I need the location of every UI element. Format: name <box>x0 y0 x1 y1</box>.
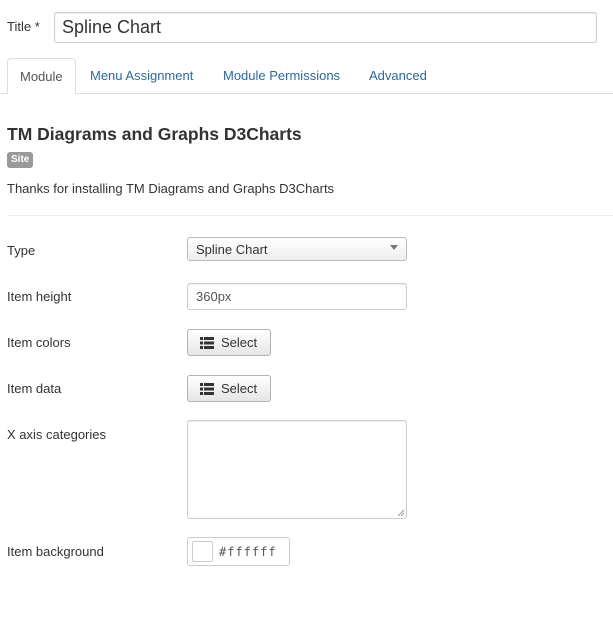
item-data-select-button[interactable]: Select <box>187 375 271 402</box>
type-select-value: Spline Chart <box>196 242 268 257</box>
item-colors-select-button[interactable]: Select <box>187 329 271 356</box>
tab-module-permissions[interactable]: Module Permissions <box>211 58 352 94</box>
item-data-button-label: Select <box>221 381 258 396</box>
title-input[interactable]: Spline Chart <box>54 12 597 43</box>
tab-advanced[interactable]: Advanced <box>357 58 439 94</box>
title-label: Title * <box>7 19 40 34</box>
tab-module[interactable]: Module <box>7 58 76 94</box>
x-axis-categories-label: X axis categories <box>7 427 106 442</box>
tab-menu-assignment[interactable]: Menu Assignment <box>78 58 205 94</box>
module-heading: TM Diagrams and Graphs D3Charts <box>7 124 302 144</box>
item-height-label: Item height <box>7 289 72 304</box>
item-colors-button-label: Select <box>221 335 258 350</box>
list-icon <box>200 336 214 349</box>
x-axis-categories-textarea[interactable] <box>187 420 407 519</box>
item-background-value: #ffffff <box>219 544 277 559</box>
resize-grip-icon[interactable] <box>396 508 405 517</box>
type-select[interactable]: Spline Chart <box>187 237 407 261</box>
item-colors-label: Item colors <box>7 335 71 350</box>
item-background-label: Item background <box>7 544 104 559</box>
item-data-label: Item data <box>7 381 62 396</box>
list-icon <box>200 382 214 395</box>
item-background-color-field[interactable]: #ffffff <box>187 537 290 566</box>
color-swatch[interactable] <box>192 541 213 562</box>
item-height-input[interactable]: 360px <box>187 283 407 310</box>
type-label: Type <box>7 243 36 258</box>
site-badge: Site <box>7 152 34 168</box>
caret-down-icon <box>390 245 398 250</box>
module-description: Thanks for installing TM Diagrams and Gr… <box>7 181 335 196</box>
section-divider <box>7 215 613 216</box>
